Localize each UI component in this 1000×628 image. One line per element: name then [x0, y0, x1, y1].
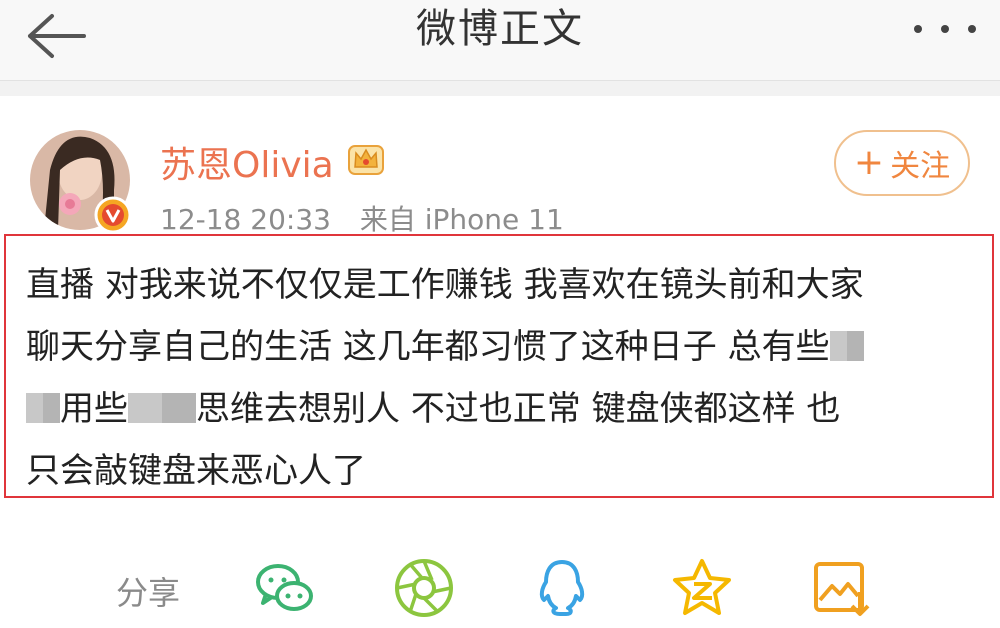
qq-icon[interactable] [530, 556, 594, 620]
top-bar: 微博正文 [0, 0, 1000, 80]
post-line: 直播 对我来说不仅仅是工作赚钱 我喜欢在镜头前和大家 [26, 265, 864, 305]
crown-icon [348, 145, 384, 175]
more-dots-icon[interactable] [910, 14, 980, 44]
wechat-icon[interactable] [252, 556, 316, 620]
mosaic-redaction [26, 392, 60, 423]
post-line: 聊天分享自己的生活 这几年都习惯了这种日子 总有些 [26, 316, 976, 378]
post-source: 来自 iPhone 11 [359, 203, 564, 236]
post-time: 12-18 20:33 [160, 203, 331, 236]
post-meta: 12-18 20:33 来自 iPhone 11 [160, 198, 564, 238]
post-line: 只会敲键盘来恶心人了 [26, 451, 366, 491]
moments-icon[interactable] [392, 556, 456, 620]
follow-button[interactable]: + 关注 [834, 130, 970, 196]
follow-label: 关注 [890, 149, 951, 184]
author-name[interactable]: 苏恩Olivia [160, 136, 334, 188]
mosaic-redaction [829, 330, 864, 361]
post-content-highlight: 直播 对我来说不仅仅是工作赚钱 我喜欢在镜头前和大家 聊天分享自己的生活 这几年… [4, 234, 994, 498]
qzone-icon[interactable] [670, 556, 734, 620]
save-image-icon[interactable] [810, 556, 874, 620]
share-label: 分享 [116, 574, 181, 612]
mosaic-redaction [128, 392, 196, 423]
post-line: 用些 思维去想别人 不过也正常 键盘侠都这样 也 [26, 378, 976, 440]
post-text: 直播 对我来说不仅仅是工作赚钱 我喜欢在镜头前和大家 聊天分享自己的生活 这几年… [26, 254, 976, 502]
plus-icon: + [853, 142, 885, 183]
page-title: 微博正文 [416, 6, 584, 52]
verified-badge-icon [94, 196, 132, 234]
section-divider [0, 80, 1000, 96]
